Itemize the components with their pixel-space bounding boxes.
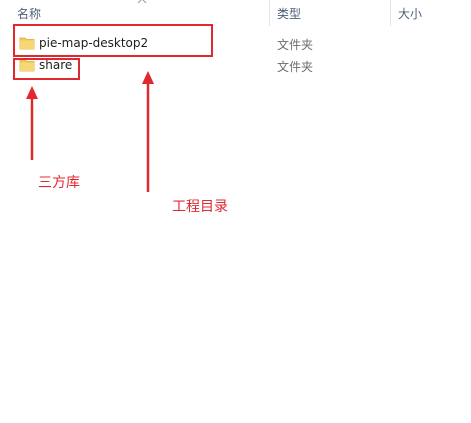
- annotation-box-share: [13, 58, 80, 80]
- file-type: 文件夹: [277, 60, 314, 74]
- annotation-box-project: [13, 24, 213, 57]
- annotation-label-project-dir: 工程目录: [172, 199, 228, 215]
- arrow-to-project-icon: [142, 71, 154, 192]
- file-type: 文件夹: [277, 38, 314, 52]
- column-divider[interactable]: [390, 0, 391, 26]
- file-explorer-view: 名称 类型 大小 pie-map-desktop2 文件夹 share 文件夹: [0, 0, 471, 423]
- sort-chevron-up-icon: [137, 0, 147, 4]
- column-header-size[interactable]: 大小: [398, 0, 471, 28]
- column-divider[interactable]: [269, 0, 270, 26]
- file-row-share[interactable]: share 文件夹: [17, 55, 471, 77]
- column-header-type[interactable]: 类型: [277, 0, 387, 28]
- arrow-to-share-icon: [26, 86, 38, 160]
- annotation-label-third-party: 三方库: [38, 175, 80, 191]
